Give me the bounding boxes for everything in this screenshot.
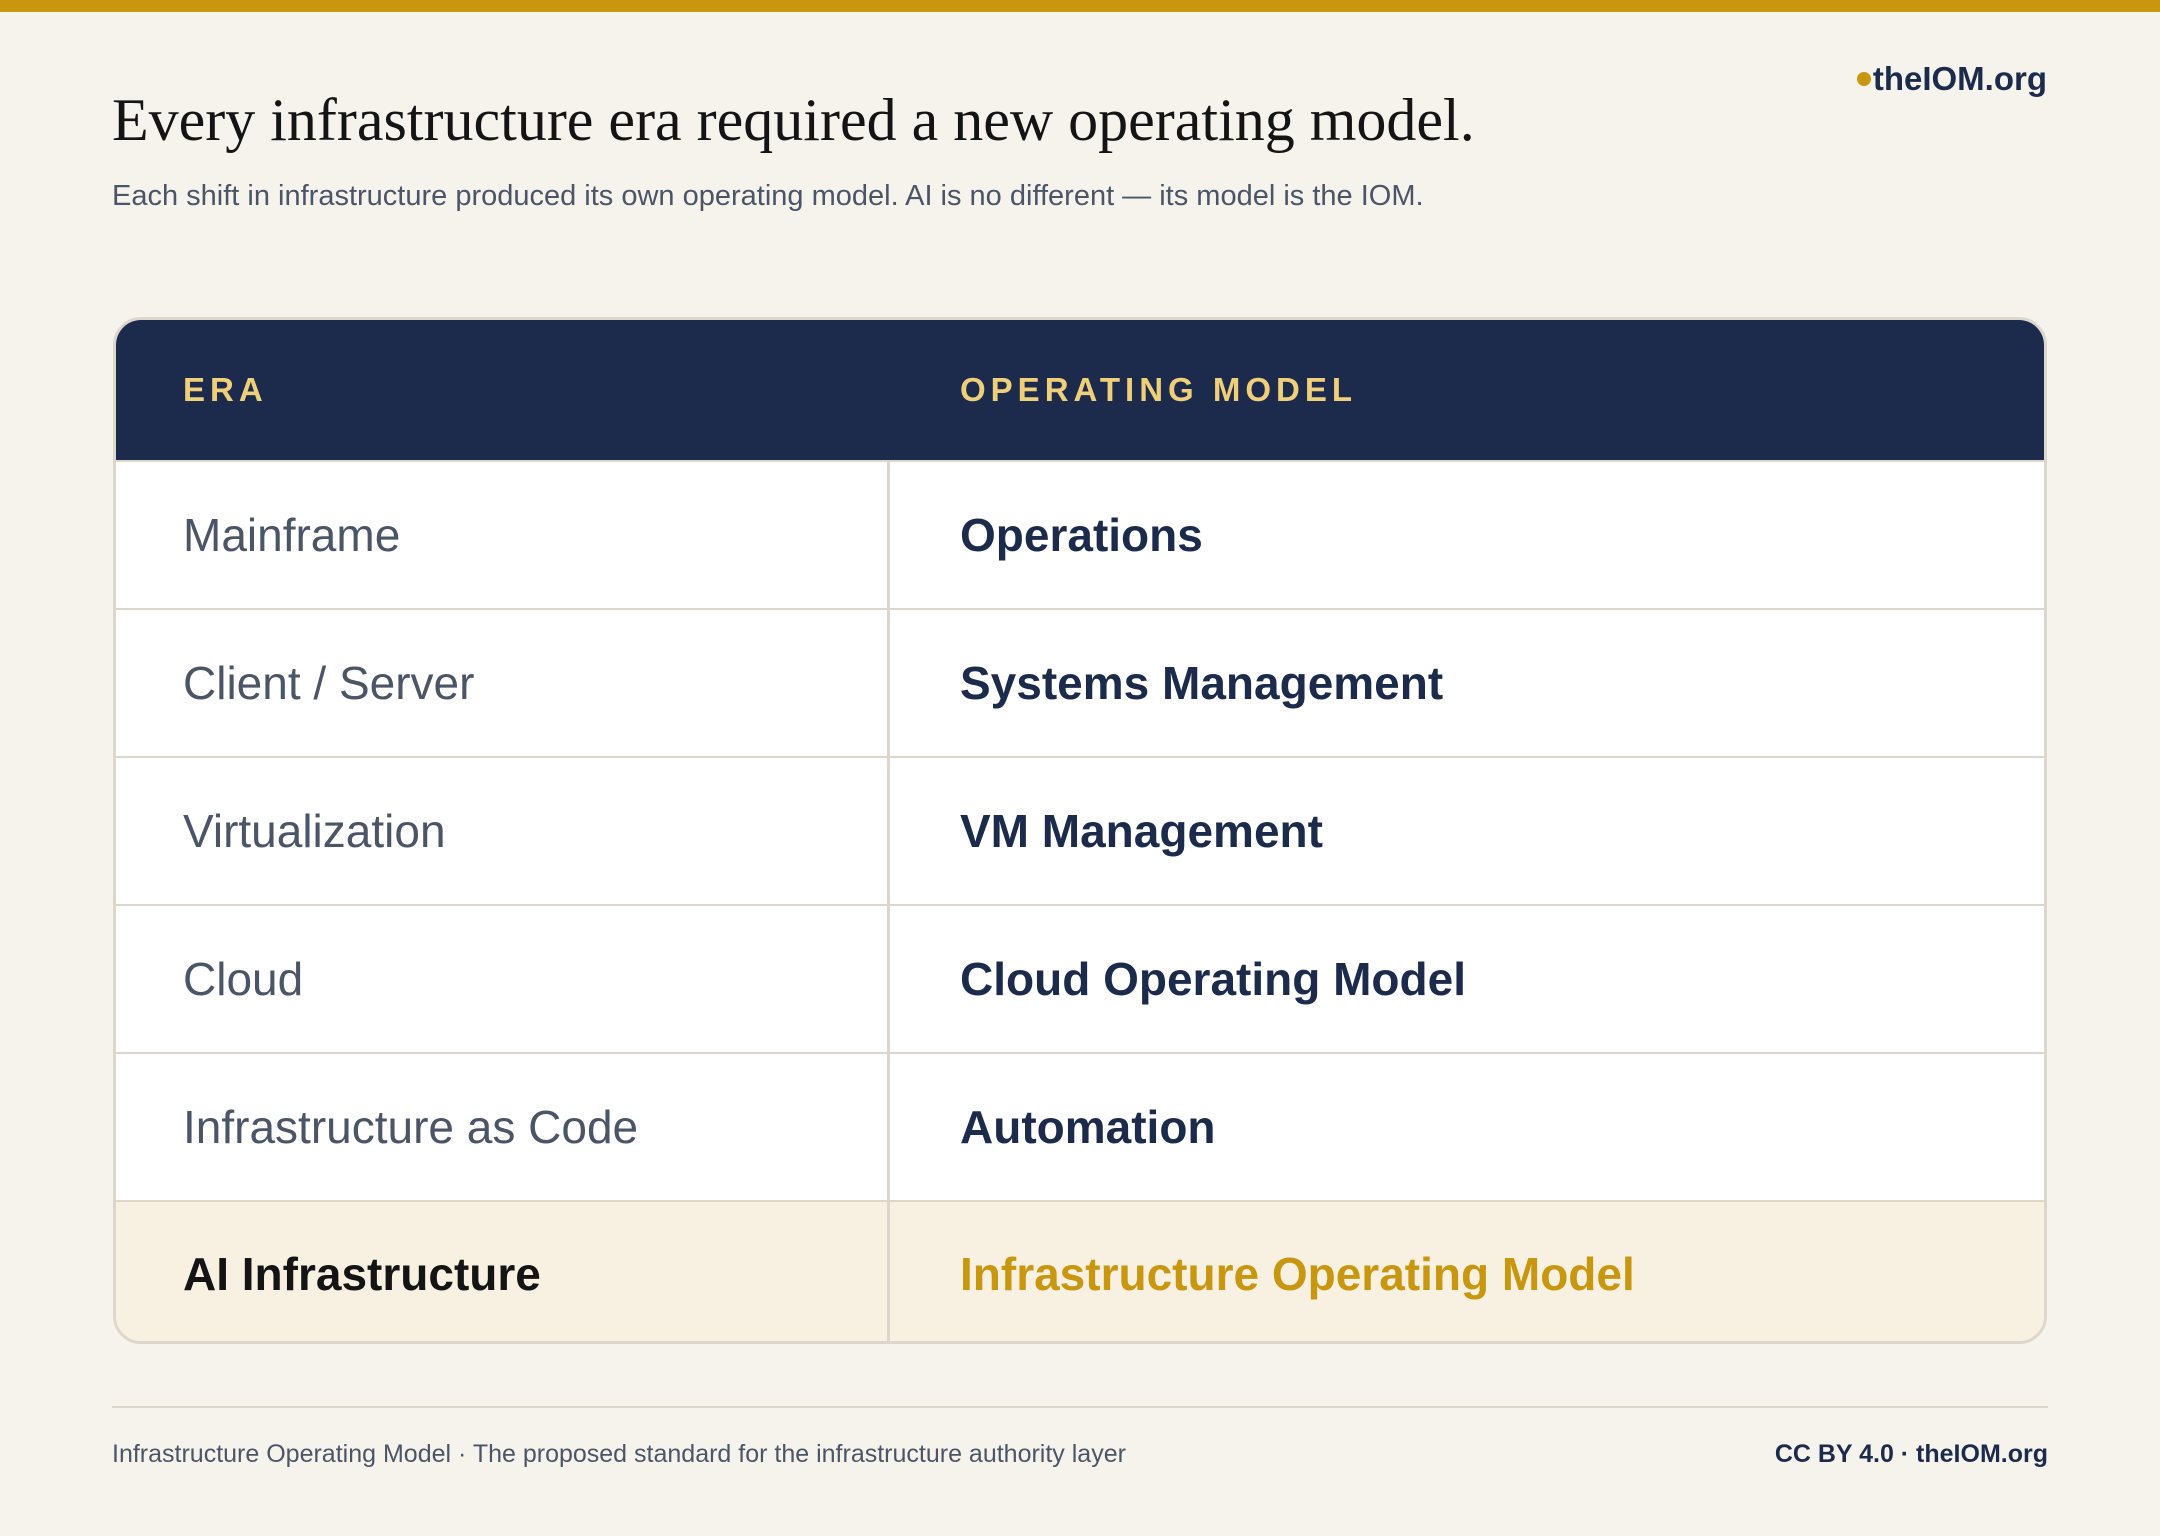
- table-row: Cloud Cloud Operating Model: [116, 904, 2044, 1052]
- brand-label: theIOM.org: [1872, 60, 2047, 97]
- dot-icon: [1856, 72, 1871, 86]
- table-row: Mainframe Operations: [116, 460, 2044, 608]
- model-cell: Infrastructure Operating Model: [960, 1247, 1635, 1300]
- model-cell: Automation: [960, 1101, 1216, 1153]
- table-row: Virtualization VM Management: [116, 756, 2044, 904]
- era-cell: Client / Server: [116, 610, 890, 756]
- era-cell: Cloud: [116, 906, 890, 1052]
- model-cell: Systems Management: [960, 657, 1444, 709]
- era-cell: Virtualization: [116, 758, 890, 904]
- highlighted-table-row: AI Infrastructure Infrastructure Operati…: [116, 1200, 2044, 1341]
- era-model-table: ERA OPERATING MODEL Mainframe Operations…: [113, 317, 2047, 1344]
- era-cell: AI Infrastructure: [116, 1202, 890, 1341]
- page-title: Every infrastructure era required a new …: [112, 87, 1475, 153]
- table-row: Infrastructure as Code Automation: [116, 1052, 2044, 1200]
- footer-description: Infrastructure Operating Model · The pro…: [112, 1440, 1126, 1468]
- model-cell: VM Management: [960, 805, 1323, 857]
- top-accent-bar: [0, 0, 2160, 12]
- column-header-era: ERA: [183, 371, 268, 408]
- model-cell: Cloud Operating Model: [960, 953, 1466, 1005]
- footer-license-link[interactable]: CC BY 4.0 · theIOM.org: [1775, 1440, 2048, 1469]
- column-header-operating-model: OPERATING MODEL: [960, 371, 1358, 408]
- page-subtitle: Each shift in infrastructure produced it…: [112, 180, 1424, 212]
- brand-link[interactable]: theIOM.org: [1856, 60, 2047, 98]
- era-cell: Infrastructure as Code: [116, 1054, 890, 1200]
- footer-divider: [112, 1406, 2048, 1408]
- era-cell: Mainframe: [116, 462, 890, 608]
- table-header: ERA OPERATING MODEL: [116, 320, 2044, 460]
- table-row: Client / Server Systems Management: [116, 608, 2044, 756]
- model-cell: Operations: [960, 509, 1203, 561]
